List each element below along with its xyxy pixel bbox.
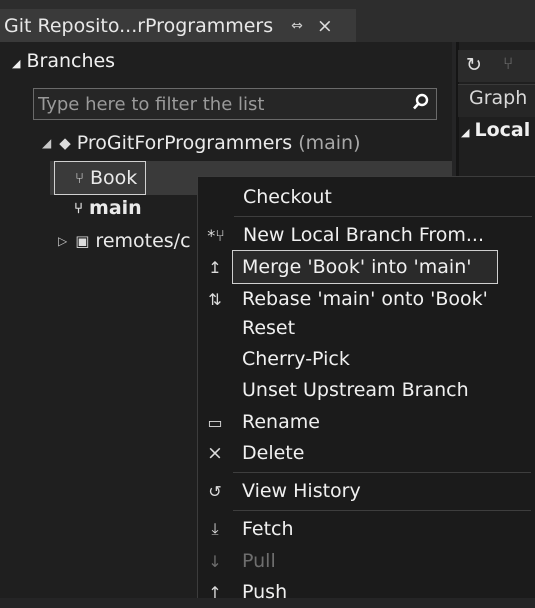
rebase-icon: ⇅ [208,289,222,309]
delete-icon: × [207,442,223,464]
branch-icon: ⑂ [75,169,85,187]
local-history-header[interactable]: ◢ Local [461,119,530,141]
branch-label: main [89,197,142,219]
menu-item-view-history[interactable]: ↺ View History [197,475,535,507]
pin-icon[interactable]: ⇔ [291,18,303,34]
branch-graph-icon[interactable]: ⑂ [503,54,513,74]
branch-item-main[interactable]: ⑂ main [74,197,142,219]
branch-filter-input[interactable] [38,93,398,115]
search-icon[interactable] [412,93,430,116]
menu-separator [233,510,531,511]
current-branch-label: (main) [298,132,361,154]
menu-item-reset[interactable]: Reset [197,312,535,344]
remotes-label: remotes/c [95,230,191,252]
menu-separator [233,472,531,473]
rename-icon: ▭ [207,412,223,432]
collapse-triangle-icon: ◢ [12,57,21,70]
push-icon: ↑ [208,582,222,602]
tab-git-repository[interactable]: Git Reposito...rProgrammers ⇔ × [0,9,356,42]
repository-node[interactable]: ◢ ◆ ProGitForProgrammers (main) [42,132,361,154]
menu-item-unset-upstream[interactable]: Unset Upstream Branch [197,374,535,406]
menu-item-delete[interactable]: × Delete [197,437,535,469]
menu-item-pull: ↓ Pull [197,545,535,577]
fetch-icon: ⤓ [211,519,219,538]
close-icon[interactable]: × [317,15,333,37]
expand-triangle-icon: ▷ [58,234,68,248]
tab-title: Git Reposito...rProgrammers [4,14,274,37]
menu-item-push[interactable]: ↑ Push [197,576,535,608]
menu-item-fetch[interactable]: ⤓ Fetch [197,513,535,545]
repository-name: ProGitForProgrammers [76,132,293,154]
refresh-icon[interactable]: ↻ [466,54,482,76]
remotes-node[interactable]: ▷ ▣ remotes/c [58,230,191,252]
context-menu-items: ↥ Merge 'Book' into 'main' ⇅ Rebase 'mai… [197,176,535,603]
merge-icon: ↥ [208,257,222,277]
history-icon: ↺ [208,481,222,501]
branch-icon: ⑂ [74,199,84,217]
branch-item-book[interactable]: ⑂ Book [54,161,147,195]
pull-icon: ↓ [208,551,222,571]
menu-item-rename[interactable]: ▭ Rename [197,406,535,438]
graph-column-label[interactable]: Graph [469,87,527,109]
menu-item-merge[interactable]: ↥ Merge 'Book' into 'main' [197,251,535,283]
collapse-triangle-icon: ◢ [461,126,470,139]
menu-item-rebase[interactable]: ⇅ Rebase 'main' onto 'Book' [197,283,535,315]
menu-item-cherry-pick[interactable]: Cherry-Pick [197,343,535,375]
expand-triangle-icon: ◢ [42,136,52,150]
remote-folder-icon: ▣ [75,232,90,250]
branch-label: Book [90,167,138,189]
branches-section-header[interactable]: ◢ Branches [12,50,115,72]
repository-icon: ◆ [59,134,71,152]
branch-filter-box[interactable] [33,88,437,120]
